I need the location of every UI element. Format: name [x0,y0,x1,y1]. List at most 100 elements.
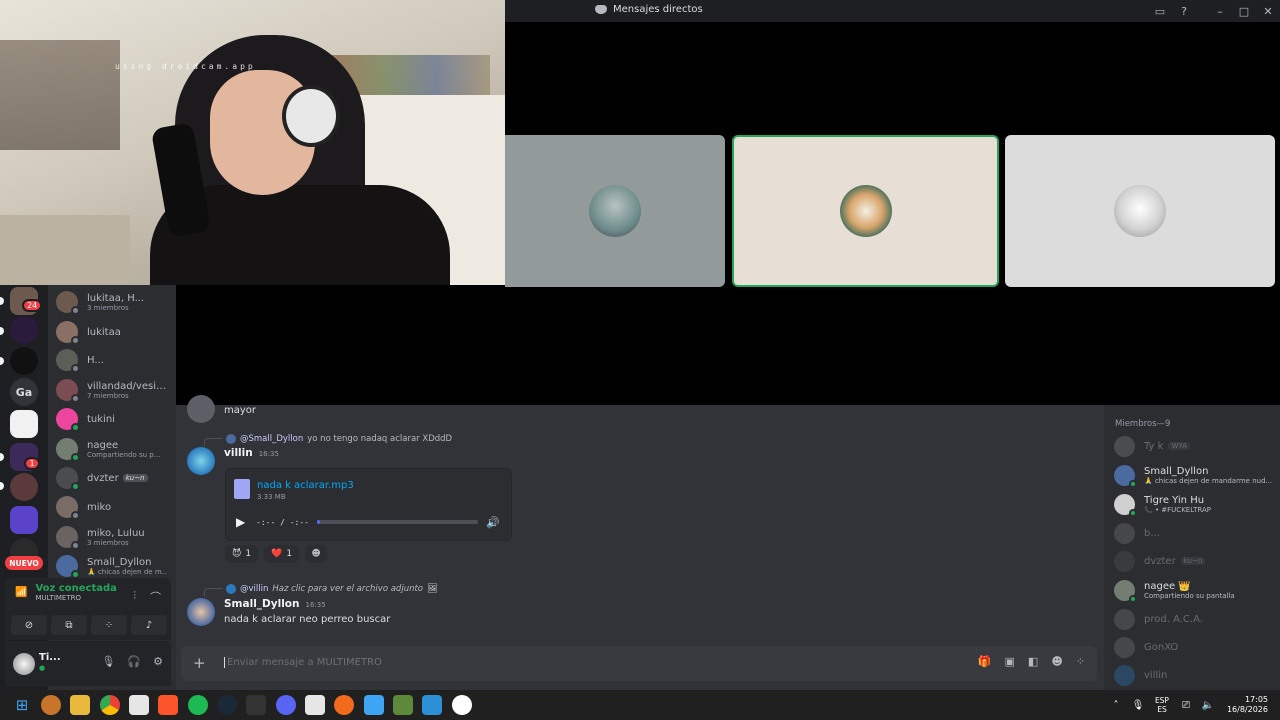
clock[interactable]: 17:05 16/8/2026 [1227,695,1268,715]
share-screen-button[interactable]: ⧉ [51,615,87,635]
chevron-up-icon[interactable]: ˄ [1105,700,1127,711]
message-input[interactable]: Enviar mensaje a MULTIMETRO [224,657,382,668]
member-item[interactable]: dvzter ku~n [1114,548,1280,574]
member-name: dvzter [1144,555,1176,567]
steam-icon[interactable] [217,695,237,715]
add-reaction-button[interactable]: ☻ [305,545,328,563]
message-avatar[interactable] [187,598,215,626]
windows-start-icon[interactable]: ⊞ [12,695,32,715]
minimize-button[interactable]: – [1208,0,1232,22]
dm-item[interactable]: H... [56,345,176,375]
server-icon[interactable] [10,473,38,501]
brave-icon[interactable] [158,695,178,715]
participant-tile[interactable] [505,135,725,287]
reaction-devil[interactable]: 😈 1 [225,545,259,563]
dm-item[interactable]: nagee Compartiendo su p... [56,434,176,464]
play-icon[interactable]: ▶ [236,515,248,529]
dm-item[interactable]: villandad/vesiv... 7 miembros [56,375,176,405]
member-item[interactable]: villin [1114,662,1280,688]
server-icon[interactable] [10,506,38,534]
headphones-icon[interactable]: 🎧 [127,655,141,668]
attach-plus-icon[interactable]: + [193,654,206,672]
message-avatar[interactable] [187,447,215,475]
discord-icon[interactable] [276,695,296,715]
audio-progress-bar[interactable] [316,520,479,524]
member-item[interactable]: nagee 👑 Compartiendo su pantalla [1114,577,1280,603]
minecraft-icon[interactable] [393,695,413,715]
reactions: 😈 1 ❤️ 1 ☻ [225,545,328,563]
dm-item[interactable]: miko, Luluu 3 miembros [56,522,176,552]
user-name[interactable]: Ti... [39,652,61,663]
unread-indicator [0,453,4,461]
microphone-icon[interactable]: 🎙 [1127,700,1149,711]
message-author[interactable]: villin [224,447,253,459]
message-author[interactable]: Small_Dyllon [224,598,299,610]
member-item[interactable]: Tigre Yin Hu 📞 • #FUCKELTRAP [1114,491,1280,517]
chrome-icon[interactable] [100,695,120,715]
settings-gear-icon[interactable]: ⚙ [153,655,163,668]
disconnect-icon[interactable]: ⌒ [150,589,161,605]
audio-time: -:-- / -:-- [256,517,309,527]
network-icon[interactable]: ⎚ [1175,700,1197,711]
close-button[interactable]: ✕ [1256,0,1280,22]
dm-item[interactable]: lukitaa, H... 3 miembros [56,287,176,317]
soundboard-button[interactable]: ♪ [131,615,167,635]
message-reply-preview[interactable]: @Small_Dyllon yo no tengo nadaq aclarar … [204,432,452,446]
attachment-filename[interactable]: nada k aclarar.mp3 [257,480,354,491]
app-icon[interactable] [334,695,354,715]
dm-item[interactable]: miko [56,492,176,522]
inbox-icon[interactable]: ▭ [1148,0,1172,22]
server-icon-ga[interactable]: Ga [10,378,38,406]
dm-item[interactable]: lukitaa [56,317,176,347]
store-icon[interactable] [129,695,149,715]
dm-text: nagee Compartiendo su p... [87,440,160,459]
server-icon[interactable] [10,316,38,344]
reply-mention[interactable]: @villin [240,584,268,594]
camera-off-button[interactable]: ⊘ [11,615,47,635]
dm-text: Small_Dyllon 🙏 chicas dejen de m... [87,557,167,576]
emoji-icon[interactable]: ☻ [1051,655,1062,668]
dm-name: villandad/vesiv... [87,380,167,392]
reaction-heart[interactable]: ❤️ 1 [264,545,300,563]
server-icon[interactable] [10,410,38,438]
volume-icon[interactable]: 🔈 [1197,700,1219,711]
dm-item[interactable]: tukini [56,404,176,434]
nuevo-badge[interactable]: NUEVO [5,556,43,570]
apps-icon[interactable]: ⁘ [1076,655,1085,668]
notepad-icon[interactable] [364,695,384,715]
user-avatar[interactable] [13,653,35,675]
member-item[interactable]: Ty k WYA [1114,433,1280,459]
server-icon[interactable] [10,347,38,375]
message-reply-preview[interactable]: @villin Haz clic para ver el archivo adj… [204,582,438,596]
spotify-icon[interactable] [188,695,208,715]
member-item[interactable]: prod. A.C.A. [1114,606,1280,632]
help-icon[interactable]: ? [1172,0,1196,22]
microphone-icon[interactable]: 🎙 [101,655,115,668]
sticker-icon[interactable]: ◧ [1028,655,1038,668]
volume-icon[interactable]: 🔊 [486,516,500,529]
dm-item[interactable]: dvzter ku~n [56,463,176,493]
file-explorer-icon[interactable] [70,695,90,715]
activities-button[interactable]: ⁘ [91,615,127,635]
participant-tile-speaking[interactable] [732,135,999,287]
dm-item[interactable]: Small_Dyllon 🙏 chicas dejen de m... [56,551,176,581]
unread-indicator [0,327,4,335]
dm-avatar [56,526,80,550]
maximize-button[interactable]: □ [1232,0,1256,22]
app-icon[interactable] [41,695,61,715]
member-item[interactable]: GonXO [1114,634,1280,660]
member-item[interactable]: Small_Dyllon 🙏 chicas dejen de mandarme n… [1114,462,1280,488]
reply-mention[interactable]: @Small_Dyllon [240,434,303,444]
obs-icon[interactable] [452,695,472,715]
member-item[interactable]: b... [1114,520,1280,546]
message-avatar[interactable] [187,395,215,423]
gif-icon[interactable]: ▣ [1005,655,1015,668]
language-indicator[interactable]: ESP ES [1155,696,1169,714]
app-icon[interactable] [422,695,442,715]
noise-suppression-icon[interactable]: ⫶ [133,589,136,605]
app-icon[interactable] [305,695,325,715]
participant-tile[interactable] [1005,135,1275,287]
gift-icon[interactable]: 🎁 [978,655,992,668]
voice-channel-name[interactable]: MULTIMETRO [35,594,116,602]
app-icon[interactable] [246,695,266,715]
